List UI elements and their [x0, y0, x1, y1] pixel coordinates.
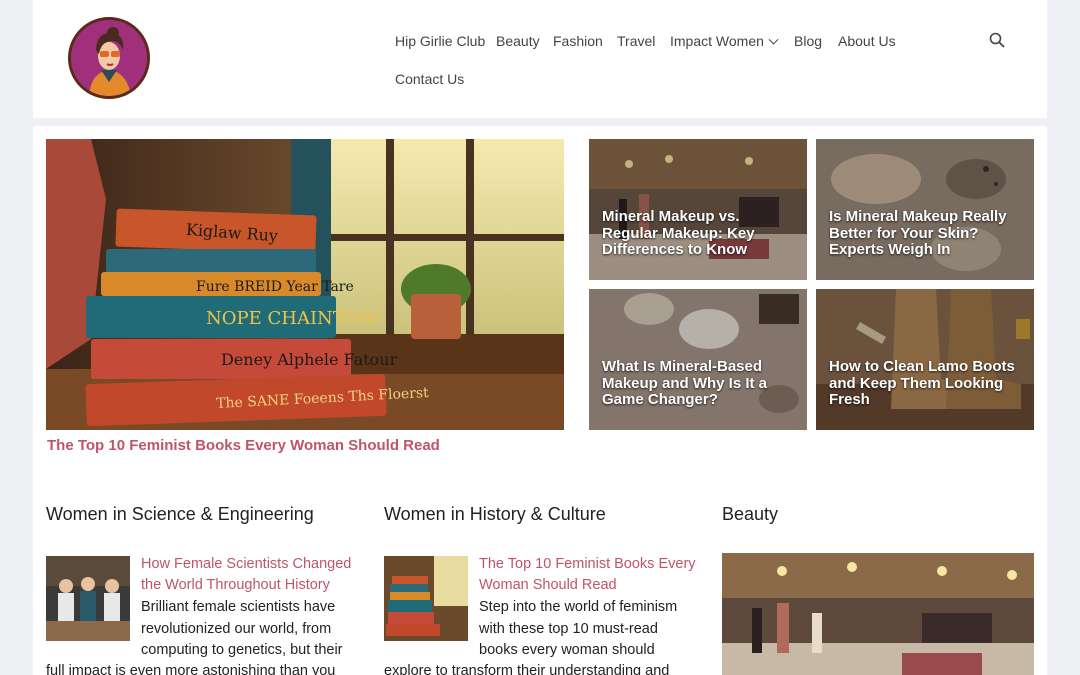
books-stack-thumb-image — [384, 556, 468, 641]
featured-card-title: Mineral Makeup vs. Regular Makeup: Key D… — [602, 208, 755, 258]
main-content: Kiglaw Ruy Fure BREID Year Tare NOPE CHA… — [33, 126, 1047, 675]
chevron-down-icon — [768, 34, 779, 45]
section-heading-beauty: Beauty — [722, 504, 779, 524]
book-spine-3: NOPE CHAINTORI — [206, 308, 380, 329]
featured-card-3[interactable]: What Is Mineral-Based Makeup and Why Is … — [589, 289, 807, 430]
post-title-link[interactable]: How Female Scientists Changed the World … — [141, 554, 361, 596]
post-excerpt: Step into the world of feminism with the… — [479, 599, 678, 658]
nav-beauty[interactable]: Beauty — [496, 33, 540, 49]
featured-card-2[interactable]: Is Mineral Makeup Really Better for Your… — [816, 139, 1034, 280]
featured-card-title: How to Clean Lamo Boots and Keep Them Lo… — [829, 358, 1015, 408]
logo-portrait-icon — [71, 20, 147, 96]
nav-about-us[interactable]: About Us — [838, 33, 896, 49]
hero-post-title[interactable]: The Top 10 Feminist Books Every Woman Sh… — [47, 437, 440, 454]
featured-card-4[interactable]: How to Clean Lamo Boots and Keep Them Lo… — [816, 289, 1034, 430]
post-excerpt: Brilliant female scientists have revolut… — [141, 599, 343, 658]
section-heading-science: Women in Science & Engineering — [46, 504, 314, 524]
nav-hip-girlie-club[interactable]: Hip Girlie Club — [395, 33, 485, 49]
site-logo[interactable] — [68, 17, 150, 99]
nav-impact-women[interactable]: Impact Women — [670, 33, 779, 49]
scientists-lab-image — [46, 556, 130, 641]
site-header: Hip Girlie Club Beauty Fashion Travel Im… — [33, 0, 1047, 118]
featured-card-title: What Is Mineral-Based Makeup and Why Is … — [602, 358, 768, 408]
section-heading-history: Women in History & Culture — [384, 504, 606, 524]
nav-impact-women-label: Impact Women — [670, 33, 764, 49]
nav-contact-us[interactable]: Contact Us — [395, 71, 464, 87]
post-thumbnail[interactable] — [384, 556, 468, 641]
post-thumbnail[interactable] — [46, 556, 130, 641]
nav-travel[interactable]: Travel — [617, 33, 655, 49]
hero-books-image: Kiglaw Ruy Fure BREID Year Tare NOPE CHA… — [46, 139, 564, 430]
book-spine-2: Fure BREID Year Tare — [196, 279, 354, 295]
featured-card-1[interactable]: Mineral Makeup vs. Regular Makeup: Key D… — [589, 139, 807, 280]
book-spine-4: Deney Alphele Fatour — [221, 350, 397, 369]
beauty-featured-image[interactable] — [722, 553, 1034, 675]
nav-blog[interactable]: Blog — [794, 33, 822, 49]
makeup-table-image — [722, 553, 1034, 675]
post-excerpt-continued: full impact is even more astonishing tha… — [46, 663, 336, 675]
featured-card-title: Is Mineral Makeup Really Better for Your… — [829, 208, 1007, 258]
post-excerpt-continued: explore to transform their understanding… — [384, 663, 670, 675]
search-icon[interactable] — [989, 32, 1005, 48]
hero-featured-image[interactable]: Kiglaw Ruy Fure BREID Year Tare NOPE CHA… — [46, 139, 564, 430]
nav-fashion[interactable]: Fashion — [553, 33, 603, 49]
post-title-link[interactable]: The Top 10 Feminist Books Every Woman Sh… — [479, 554, 699, 596]
